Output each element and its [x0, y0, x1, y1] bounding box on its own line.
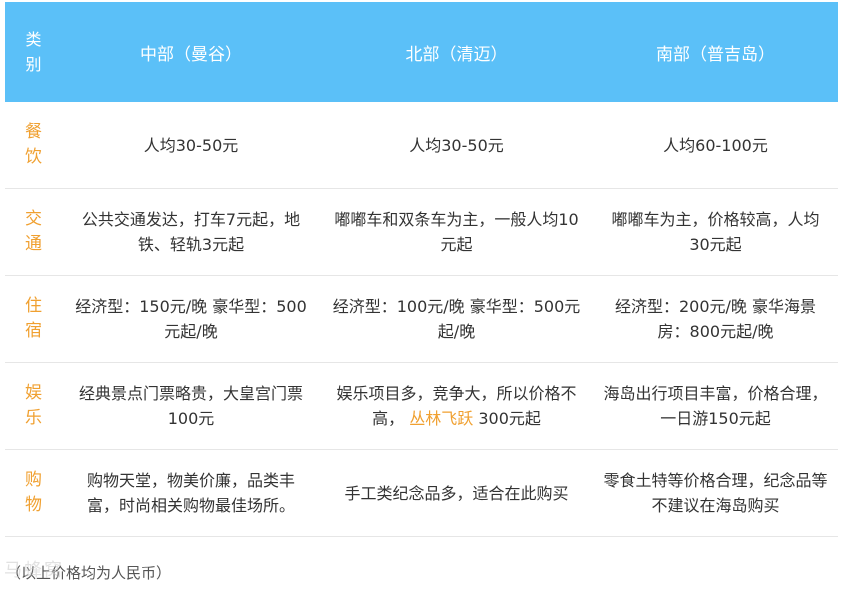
- cell-south: 人均60-100元: [593, 102, 838, 189]
- row-category-bottom: 饮: [25, 147, 42, 167]
- cell-central-text: 购物天堂，物美价廉，品类丰富，时尚相关购物最佳场所。: [86, 471, 295, 515]
- cell-south: 海岛出行项目丰富，价格合理，一日游150元起: [593, 362, 838, 450]
- cost-comparison-table: 类 别 中部（曼谷） 北部（清迈） 南部（普吉岛） 餐 饮 人均30-50元 人…: [5, 2, 838, 537]
- table-row: 娱 乐 经典景点门票略贵，大皇宫门票100元 娱乐项目多，竞争大，所以价格不高，…: [5, 362, 838, 450]
- cell-central-text: 经济型：150元/晚 豪华型：500元起/晚: [75, 297, 307, 341]
- header-category-bottom: 别: [25, 55, 42, 74]
- row-category: 娱 乐: [5, 362, 62, 450]
- cell-south-text: 人均60-100元: [663, 135, 768, 155]
- header-category: 类 别: [5, 2, 62, 102]
- row-category-top: 购: [25, 470, 42, 490]
- row-category: 交 通: [5, 188, 62, 276]
- cell-north-text: 人均30-50元: [409, 135, 504, 155]
- cell-central-text: 经典景点门票略贵，大皇宫门票100元: [78, 384, 303, 428]
- cell-south-text: 嘟嘟车为主，价格较高，人均30元起: [611, 210, 820, 254]
- row-category-bottom: 通: [25, 234, 42, 254]
- cell-central: 购物天堂，物美价廉，品类丰富，时尚相关购物最佳场所。: [62, 449, 320, 537]
- header-central: 中部（曼谷）: [62, 2, 320, 102]
- cell-north: 嘟嘟车和双条车为主，一般人均10元起: [320, 188, 593, 276]
- cell-north: 手工类纪念品多，适合在此购买: [320, 449, 593, 537]
- table-row: 交 通 公共交通发达，打车7元起，地铁、轻轨3元起 嘟嘟车和双条车为主，一般人均…: [5, 188, 838, 276]
- zipline-link[interactable]: 丛林飞跃: [409, 409, 473, 428]
- cell-south-text: 零食土特等价格合理，纪念品等不建议在海岛购买: [603, 471, 828, 515]
- cell-south-text: 海岛出行项目丰富，价格合理，一日游150元起: [603, 384, 828, 428]
- row-category-top: 交: [25, 209, 42, 229]
- row-category-top: 娱: [25, 383, 42, 403]
- cell-north-text: 经济型：100元/晚 豪华型：500元起/晚: [332, 297, 581, 341]
- cell-north: 经济型：100元/晚 豪华型：500元起/晚: [320, 275, 593, 363]
- cell-central: 经典景点门票略贵，大皇宫门票100元: [62, 362, 320, 450]
- cell-north-text: 嘟嘟车和双条车为主，一般人均10元起: [334, 210, 579, 254]
- table-row: 餐 饮 人均30-50元 人均30-50元 人均60-100元: [5, 102, 838, 189]
- row-category-bottom: 物: [25, 495, 42, 515]
- cell-central: 公共交通发达，打车7元起，地铁、轻轨3元起: [62, 188, 320, 276]
- row-category-top: 住: [25, 296, 42, 316]
- row-category-top: 餐: [25, 122, 42, 142]
- cell-south-text: 经济型：200元/晚 豪华海景房：800元起/晚: [614, 297, 817, 341]
- row-category: 餐 饮: [5, 102, 62, 189]
- cell-north: 娱乐项目多，竞争大，所以价格不高， 丛林飞跃 300元起: [320, 362, 593, 450]
- row-category-bottom: 乐: [25, 408, 42, 428]
- table-row: 购 物 购物天堂，物美价廉，品类丰富，时尚相关购物最佳场所。 手工类纪念品多，适…: [5, 449, 838, 537]
- header-south: 南部（普吉岛）: [593, 2, 838, 102]
- cell-south: 嘟嘟车为主，价格较高，人均30元起: [593, 188, 838, 276]
- currency-note-text: （以上价格均为人民币）: [6, 564, 172, 582]
- cell-south: 零食土特等价格合理，纪念品等不建议在海岛购买: [593, 449, 838, 537]
- cell-north: 人均30-50元: [320, 102, 593, 189]
- row-category: 住 宿: [5, 275, 62, 363]
- header-category-top: 类: [25, 30, 42, 49]
- row-category-bottom: 宿: [25, 321, 42, 341]
- table-row: 住 宿 经济型：150元/晚 豪华型：500元起/晚 经济型：100元/晚 豪华…: [5, 275, 838, 363]
- table-header-row: 类 别 中部（曼谷） 北部（清迈） 南部（普吉岛）: [5, 2, 838, 102]
- cell-central: 经济型：150元/晚 豪华型：500元起/晚: [62, 275, 320, 363]
- header-north: 北部（清迈）: [320, 2, 593, 102]
- currency-note: （以上价格均为人民币） 马蜂窝: [4, 560, 172, 583]
- cell-north-text: 娱乐项目多，竞争大，所以价格不高， 丛林飞跃 300元起: [330, 381, 583, 431]
- cell-central: 人均30-50元: [62, 102, 320, 189]
- cell-north-text-after: 300元起: [478, 409, 541, 428]
- cell-central-text: 人均30-50元: [143, 135, 239, 155]
- cell-central-text: 公共交通发达，打车7元起，地铁、轻轨3元起: [81, 210, 301, 254]
- cell-north-text: 手工类纪念品多，适合在此购买: [344, 483, 569, 503]
- cell-south: 经济型：200元/晚 豪华海景房：800元起/晚: [593, 275, 838, 363]
- row-category: 购 物: [5, 449, 62, 537]
